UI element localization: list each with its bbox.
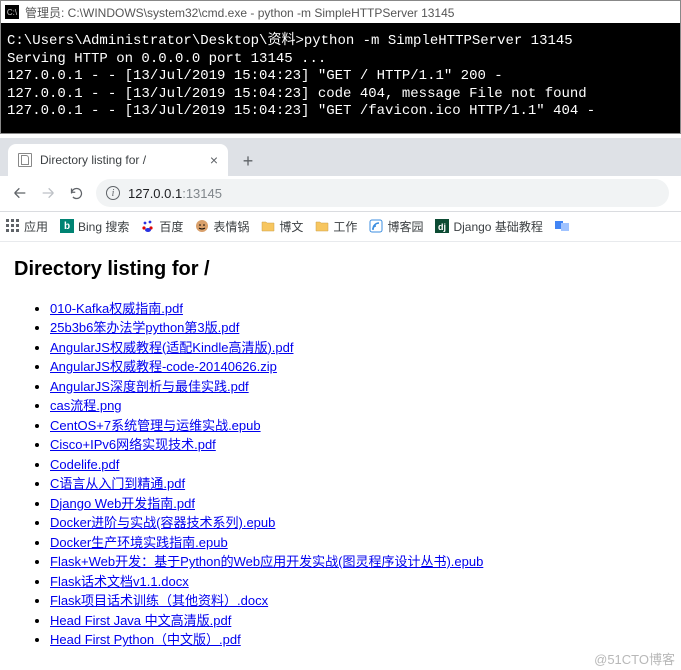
file-link[interactable]: AngularJS权威教程-code-20140626.zip xyxy=(50,359,277,374)
folder-icon xyxy=(315,219,329,233)
bing-icon: b xyxy=(60,219,74,233)
list-item: Head First Java 中文高清版.pdf xyxy=(50,611,667,631)
file-link[interactable]: AngularJS深度剖析与最佳实践.pdf xyxy=(50,379,249,394)
bookmarks-bar: 应用 b Bing 搜索 百度 表情锅 博文 xyxy=(0,212,681,242)
page-content: Directory listing for / 010-Kafka权威指南.pd… xyxy=(0,242,681,670)
list-item: Docker生产环境实践指南.epub xyxy=(50,533,667,553)
back-button[interactable] xyxy=(6,179,34,207)
list-item: Cisco+IPv6网络实现技术.pdf xyxy=(50,435,667,455)
reload-icon xyxy=(69,186,84,201)
file-link[interactable]: Django Web开发指南.pdf xyxy=(50,496,195,511)
bookmark-biaoqing[interactable]: 表情锅 xyxy=(195,218,249,235)
cmd-titlebar[interactable]: C:\ 管理员: C:\WINDOWS\system32\cmd.exe - p… xyxy=(1,1,680,23)
bookmark-bowen[interactable]: 博文 xyxy=(261,218,303,235)
file-link[interactable]: 25b3b6笨办法学python第3版.pdf xyxy=(50,320,239,335)
url-port: :13145 xyxy=(182,186,222,201)
list-item: AngularJS深度剖析与最佳实践.pdf xyxy=(50,377,667,397)
bookmark-baidu[interactable]: 百度 xyxy=(141,218,183,235)
file-link[interactable]: CentOS+7系统管理与运维实战.epub xyxy=(50,418,261,433)
cmd-window: C:\ 管理员: C:\WINDOWS\system32\cmd.exe - p… xyxy=(0,0,681,134)
list-item: Flask话术文档v1.1.docx xyxy=(50,572,667,592)
bookmark-django[interactable]: dj Django 基础教程 xyxy=(435,218,542,235)
file-link[interactable]: Head First Python（中文版）.pdf xyxy=(50,632,241,647)
address-bar[interactable]: i 127.0.0.1:13145 xyxy=(96,179,669,207)
list-item: 010-Kafka权威指南.pdf xyxy=(50,299,667,319)
back-icon xyxy=(12,185,28,201)
bookmark-bokeyuan[interactable]: 博客园 xyxy=(369,218,423,235)
folder-icon xyxy=(261,219,275,233)
watermark: @51CTO博客 xyxy=(594,649,675,668)
list-item: CentOS+7系统管理与运维实战.epub xyxy=(50,416,667,436)
django-icon: dj xyxy=(435,219,449,233)
list-item: Flask项目话术训练（其他资料）.docx xyxy=(50,591,667,611)
list-item: Django Web开发指南.pdf xyxy=(50,494,667,514)
apps-icon xyxy=(6,219,20,233)
bokeyuan-icon xyxy=(369,219,383,233)
url-host: 127.0.0.1 xyxy=(128,186,182,201)
bookmark-bing[interactable]: b Bing 搜索 xyxy=(60,218,129,235)
browser-toolbar: i 127.0.0.1:13145 xyxy=(0,176,681,212)
page-heading: Directory listing for / xyxy=(14,258,667,281)
browser-tab[interactable]: Directory listing for / × xyxy=(8,144,228,176)
list-item: Head First Python（中文版）.pdf xyxy=(50,630,667,650)
file-link[interactable]: Flask项目话术训练（其他资料）.docx xyxy=(50,593,268,608)
tab-strip: Directory listing for / × + xyxy=(0,138,681,176)
cmd-title: 管理员: C:\WINDOWS\system32\cmd.exe - pytho… xyxy=(25,4,454,21)
apps-button[interactable]: 应用 xyxy=(6,218,48,235)
cmd-output: C:\Users\Administrator\Desktop\资料>python… xyxy=(1,23,680,133)
list-item: AngularJS权威教程(适配Kindle高清版).pdf xyxy=(50,338,667,358)
site-info-icon[interactable]: i xyxy=(106,186,120,200)
tab-title: Directory listing for / xyxy=(40,153,202,167)
reload-button[interactable] xyxy=(62,179,90,207)
file-link[interactable]: C语言从入门到精通.pdf xyxy=(50,476,185,491)
file-link[interactable]: Docker进阶与实战(容器技术系列).epub xyxy=(50,515,275,530)
tab-favicon xyxy=(18,153,32,167)
file-link[interactable]: AngularJS权威教程(适配Kindle高清版).pdf xyxy=(50,340,293,355)
file-list: 010-Kafka权威指南.pdf 25b3b6笨办法学python第3版.pdf… xyxy=(14,299,667,650)
file-link[interactable]: Flask+Web开发：基于Python的Web应用开发实战(图灵程序设计丛书)… xyxy=(50,554,483,569)
forward-button[interactable] xyxy=(34,179,62,207)
list-item: AngularJS权威教程-code-20140626.zip xyxy=(50,357,667,377)
cmd-icon: C:\ xyxy=(5,5,19,19)
biaoqing-icon xyxy=(195,219,209,233)
list-item: cas流程.png xyxy=(50,396,667,416)
bookmark-gongzuo[interactable]: 工作 xyxy=(315,218,357,235)
list-item: C语言从入门到精通.pdf xyxy=(50,474,667,494)
file-link[interactable]: Cisco+IPv6网络实现技术.pdf xyxy=(50,437,216,452)
list-item: Docker进阶与实战(容器技术系列).epub xyxy=(50,513,667,533)
file-link[interactable]: cas流程.png xyxy=(50,398,122,413)
file-link[interactable]: Flask话术文档v1.1.docx xyxy=(50,574,189,589)
file-link[interactable]: Docker生产环境实践指南.epub xyxy=(50,535,228,550)
baidu-icon xyxy=(141,219,155,233)
list-item: Flask+Web开发：基于Python的Web应用开发实战(图灵程序设计丛书)… xyxy=(50,552,667,572)
svg-text:dj: dj xyxy=(438,222,446,232)
file-link[interactable]: 010-Kafka权威指南.pdf xyxy=(50,301,183,316)
file-link[interactable]: Codelife.pdf xyxy=(50,457,119,472)
forward-icon xyxy=(40,185,56,201)
list-item: Codelife.pdf xyxy=(50,455,667,475)
tab-close-icon[interactable]: × xyxy=(210,152,218,168)
new-tab-button[interactable]: + xyxy=(234,148,262,176)
browser-window: Directory listing for / × + i 127.0.0.1:… xyxy=(0,138,681,670)
list-item: 25b3b6笨办法学python第3版.pdf xyxy=(50,318,667,338)
translate-icon xyxy=(555,219,569,233)
bookmark-more[interactable] xyxy=(555,219,569,233)
